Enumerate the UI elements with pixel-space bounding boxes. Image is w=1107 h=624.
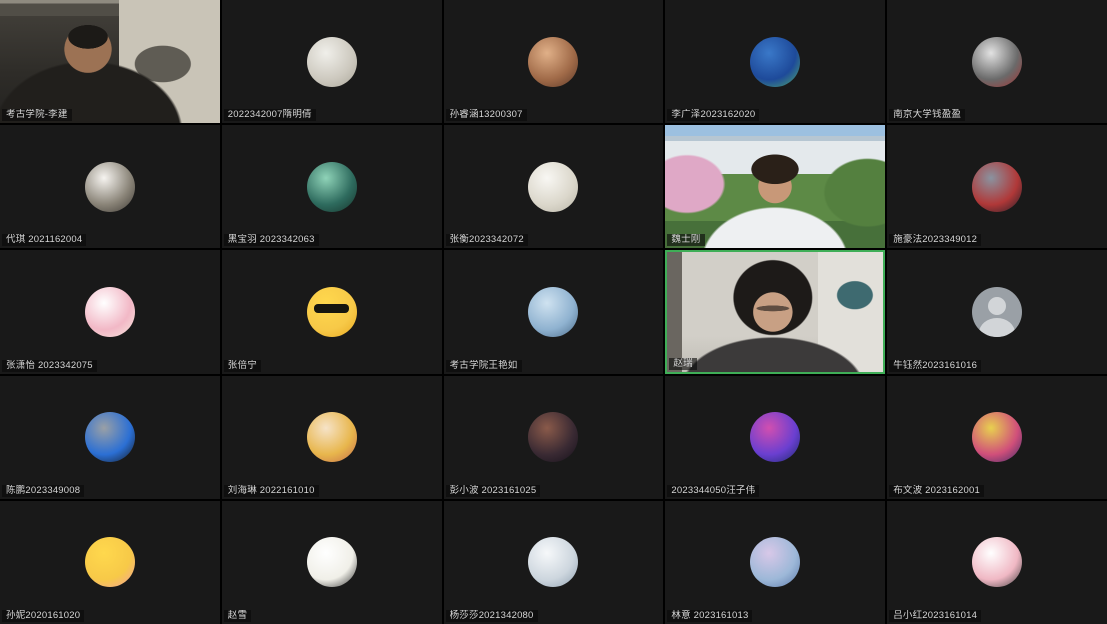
participant-name: 陈鹏2023349008: [2, 485, 84, 497]
participant-tile[interactable]: 林意 2023161013: [665, 501, 885, 624]
participant-tile[interactable]: 考古学院-李建: [0, 0, 220, 123]
photo-portrait-avatar: [528, 37, 578, 87]
participant-name: 黑宝羽 2023342063: [224, 234, 319, 246]
participant-name: 林意 2023161013: [667, 610, 752, 622]
participant-tile[interactable]: 2022342007隋明倩: [222, 0, 442, 123]
tower-photo-avatar: [972, 162, 1022, 212]
participant-name: 南京大学钱盈盈: [889, 109, 965, 121]
anime-group-avatar: [972, 412, 1022, 462]
cartoon-seal-avatar: [85, 287, 135, 337]
participant-tile[interactable]: 考古学院王艳如: [444, 250, 664, 373]
participant-tile[interactable]: 李广泽2023162020: [665, 0, 885, 123]
anime-art-avatar: [750, 412, 800, 462]
participant-name: 张衡2023342072: [446, 234, 528, 246]
video-feed: [0, 0, 220, 123]
participant-name: 张倍宁: [224, 360, 261, 372]
participant-name: 牛钰然2023161016: [889, 360, 981, 372]
participant-tile[interactable]: 吕小红2023161014: [887, 501, 1107, 624]
participant-tile[interactable]: 孙睿涵13200307: [444, 0, 664, 123]
moon-gradient-avatar: [750, 537, 800, 587]
participant-tile[interactable]: 张衡2023342072: [444, 125, 664, 248]
participant-tile[interactable]: 南京大学钱盈盈: [887, 0, 1107, 123]
participant-name: 杨莎莎2021342080: [446, 610, 538, 622]
cartoon-girl-avatar: [307, 412, 357, 462]
sunglasses-icon: [314, 304, 349, 313]
participant-tile[interactable]: 牛钰然2023161016: [887, 250, 1107, 373]
smiley-sketch-avatar: [307, 537, 357, 587]
sunset-silhouette-avatar: [528, 412, 578, 462]
participant-tile[interactable]: 彭小波 2023161025: [444, 376, 664, 499]
participant-tile[interactable]: 布文波 2023162001: [887, 376, 1107, 499]
participant-name: 考古学院-李建: [2, 109, 72, 121]
sky-birds-photo-avatar: [528, 287, 578, 337]
participant-tile[interactable]: 刘海琳 2022161010: [222, 376, 442, 499]
participant-tile[interactable]: 代琪 2021162004: [0, 125, 220, 248]
participant-name: 彭小波 2023161025: [446, 485, 541, 497]
video-feed: [667, 252, 883, 371]
participant-tile[interactable]: 赵瑞: [665, 250, 885, 373]
meeting-gallery-grid: 考古学院-李建 2022342007隋明倩 孙睿涵13200307 李广泽202316…: [0, 0, 1107, 624]
participant-tile[interactable]: 施豪法2023349012: [887, 125, 1107, 248]
person-silhouette-icon: [988, 297, 1006, 315]
participant-tile[interactable]: 张潇怡 2023342075: [0, 250, 220, 373]
emoji-peach-avatar: [85, 537, 135, 587]
earth-photo-avatar: [750, 37, 800, 87]
participant-tile[interactable]: 魏士刚: [665, 125, 885, 248]
participant-name: 施豪法2023349012: [889, 234, 981, 246]
bird-photo-avatar: [307, 162, 357, 212]
participant-name: 孙妮2020161020: [2, 610, 84, 622]
participant-name: 代琪 2021162004: [2, 234, 86, 246]
participant-name: 吕小红2023161014: [889, 610, 981, 622]
participant-tile[interactable]: 孙妮2020161020: [0, 501, 220, 624]
person-silhouette-icon: [979, 318, 1015, 337]
emoji-sunglasses-avatar: [307, 287, 357, 337]
default-silhouette-avatar: [972, 287, 1022, 337]
participant-name: 2023344050汪子伟: [667, 485, 759, 497]
participant-name: 布文波 2023162001: [889, 485, 984, 497]
participant-name: 魏士刚: [667, 234, 704, 246]
participant-tile[interactable]: 2023344050汪子伟: [665, 376, 885, 499]
participant-name: 赵瑞: [669, 358, 696, 370]
cloud-sketch-avatar: [528, 537, 578, 587]
sketch-portrait-avatar: [307, 37, 357, 87]
participant-name: 刘海琳 2022161010: [224, 485, 319, 497]
photo-portrait-avatar: [972, 37, 1022, 87]
participant-name: 赵雪: [224, 610, 251, 622]
participant-tile[interactable]: 黑宝羽 2023342063: [222, 125, 442, 248]
participant-tile[interactable]: 赵雪: [222, 501, 442, 624]
mech-letters-avatar: [85, 412, 135, 462]
participant-tile[interactable]: 杨莎莎2021342080: [444, 501, 664, 624]
participant-name: 考古学院王艳如: [446, 360, 522, 372]
cartoon-cat-avatar: [972, 537, 1022, 587]
participant-tile[interactable]: 张倍宁: [222, 250, 442, 373]
sketch-portrait-avatar: [528, 162, 578, 212]
participant-tile[interactable]: 陈鹏2023349008: [0, 376, 220, 499]
participant-name: 李广泽2023162020: [667, 109, 759, 121]
sketch-portrait-avatar: [85, 162, 135, 212]
participant-name: 孙睿涵13200307: [446, 109, 527, 121]
participant-name: 2022342007隋明倩: [224, 109, 316, 121]
video-feed: [665, 125, 885, 248]
participant-name: 张潇怡 2023342075: [2, 360, 97, 372]
